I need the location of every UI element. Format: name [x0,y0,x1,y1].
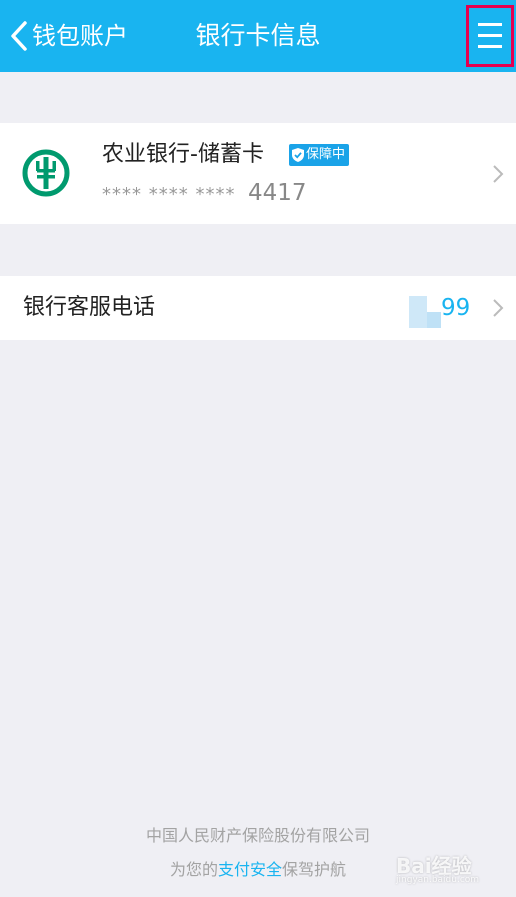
service-phone-label: 银行客服电话 [23,295,156,320]
back-label: 钱包账户 [32,22,128,50]
hamburger-menu-icon [478,23,502,48]
service-phone-number[interactable]: 99 [441,276,470,340]
nav-bar: 钱包账户 银行卡信息 [0,0,516,72]
chevron-right-icon [493,299,504,317]
chevron-right-icon [493,165,504,183]
footer-prefix: 为您的 [169,860,218,879]
bank-card-row[interactable]: 农业银行-储蓄卡 保障中 **** **** **** 4417 [0,123,516,224]
protection-badge: 保障中 [289,144,350,166]
back-button[interactable]: 钱包账户 [10,14,128,58]
phone-number-blur [409,296,427,328]
card-last-digits: 4417 [248,180,307,206]
watermark-subtext: jingyan.baidu.com [396,875,480,885]
bank-name: 农业银行-储蓄卡 [102,142,264,167]
menu-button[interactable] [466,5,514,67]
bank-service-phone-row[interactable]: 银行客服电话 99 [0,276,516,340]
abc-bank-logo-icon [22,149,70,197]
masked-card-number: **** **** **** [102,184,236,205]
badge-label: 保障中 [306,147,346,162]
chevron-left-icon [11,21,27,51]
shield-check-icon [292,148,304,162]
footer-suffix: 保驾护航 [282,860,347,879]
baidu-jingyan-watermark: Bai经验 jingyan.baidu.com [396,850,479,885]
payment-security-link[interactable]: 支付安全 [218,860,282,879]
phone-number-blur [427,312,441,328]
footer-insurer: 中国人民财产保险股份有限公司 [145,826,370,845]
